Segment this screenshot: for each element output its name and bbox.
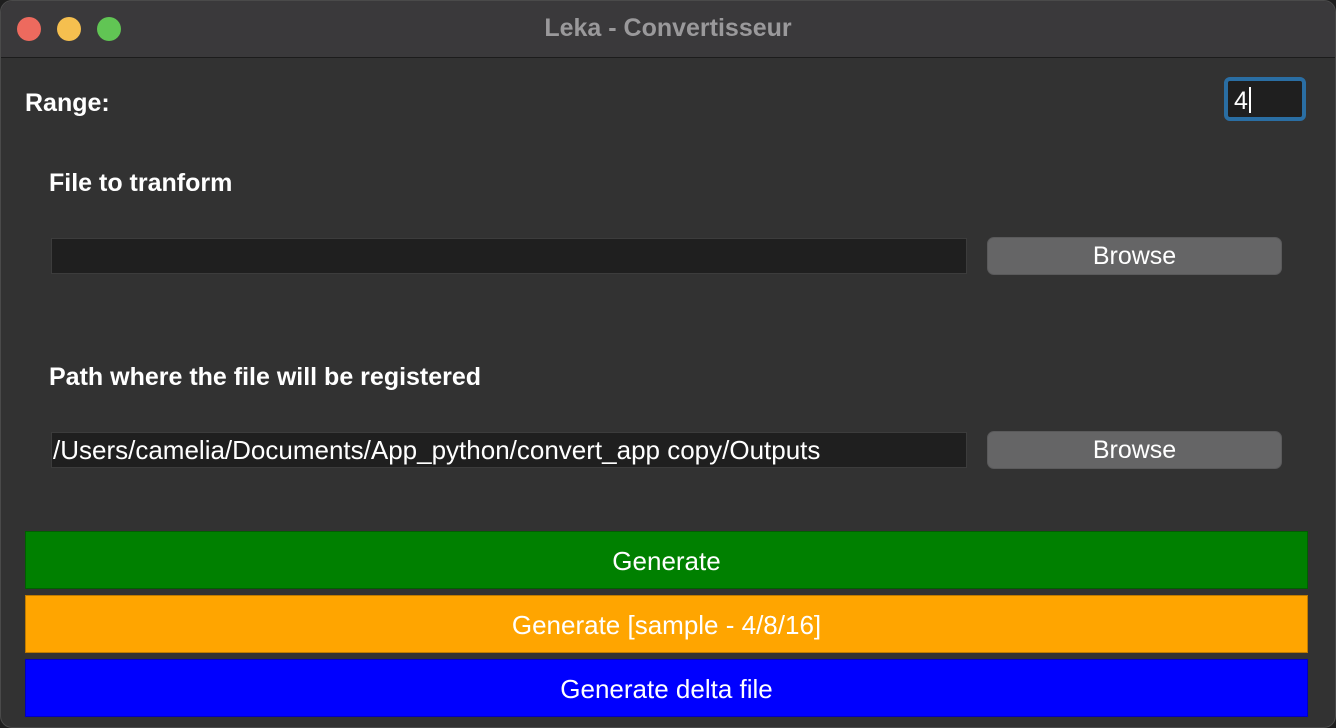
text-caret (1248, 87, 1251, 113)
window-title: Leka - Convertisseur (544, 14, 792, 42)
generate-delta-file-button[interactable]: Generate delta file (25, 659, 1308, 717)
browse-path-button[interactable]: Browse (987, 431, 1282, 469)
generate-sample-button[interactable]: Generate [sample - 4/8/16] (25, 595, 1308, 653)
file-to-transform-field[interactable] (51, 238, 967, 274)
browse-file-button[interactable]: Browse (987, 237, 1282, 275)
file-to-transform-label: File to tranform (49, 169, 233, 197)
range-value: 4 (1234, 87, 1248, 115)
output-path-label: Path where the file will be registered (49, 363, 482, 391)
range-label: Range: (25, 89, 110, 117)
output-path-field[interactable]: /Users/camelia/Documents/App_python/conv… (51, 432, 967, 468)
range-input[interactable]: 4 (1224, 77, 1306, 121)
generate-button[interactable]: Generate (25, 531, 1308, 589)
app-window: Leka - Convertisseur Range: 4 File to tr… (0, 0, 1336, 728)
title-bar: Leka - Convertisseur (1, 1, 1335, 58)
